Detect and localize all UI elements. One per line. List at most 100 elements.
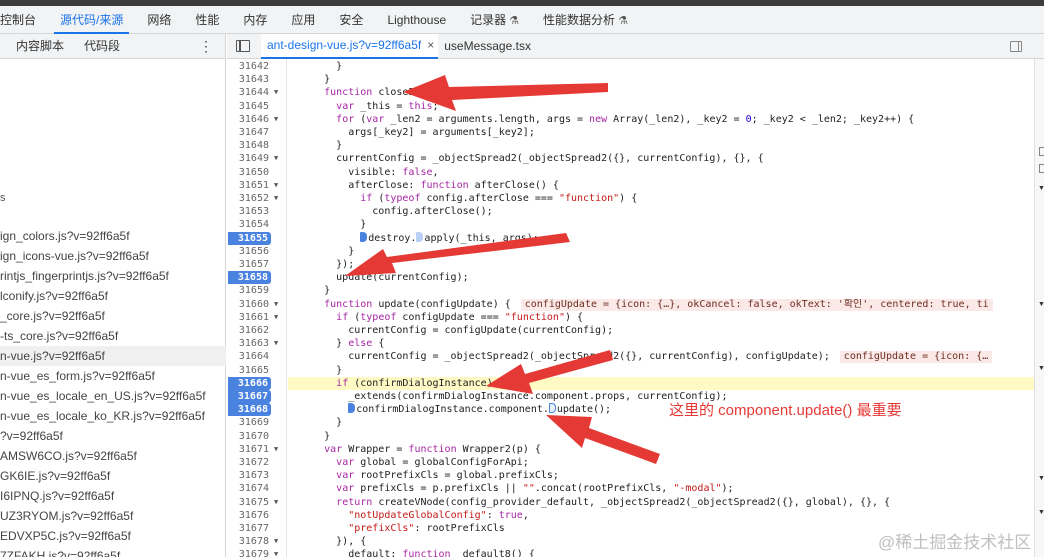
- tab-recorder[interactable]: 记录器 ⚗: [458, 6, 531, 34]
- inline-breakpoint-marker[interactable]: [548, 403, 556, 414]
- line-number[interactable]: 31679 ▼: [227, 548, 287, 557]
- line-number[interactable]: 31648: [227, 139, 287, 152]
- file-item[interactable]: lconify.js?v=92ff6a5f: [0, 286, 226, 306]
- fold-triangle-icon[interactable]: ▼: [274, 152, 278, 165]
- expand-triangle-icon[interactable]: ▼: [1038, 475, 1044, 482]
- code-line[interactable]: if (typeof config.afterClose === "functi…: [288, 192, 1034, 205]
- fold-triangle-icon[interactable]: ▼: [274, 192, 278, 205]
- file-item[interactable]: n-vue_es_locale_en_US.js?v=92ff6a5f: [0, 386, 226, 406]
- line-number[interactable]: 31672: [227, 456, 287, 469]
- editor-tab-ant-design-vue[interactable]: ant-design-vue.js?v=92ff6a5f ×: [261, 33, 439, 59]
- breakpoint-line-number[interactable]: 31667: [227, 390, 287, 404]
- tab-console[interactable]: 控制台: [0, 6, 48, 34]
- line-number[interactable]: 31647: [227, 126, 287, 139]
- fold-triangle-icon[interactable]: ▼: [274, 86, 278, 99]
- line-number[interactable]: 31661 ▼: [227, 311, 287, 324]
- line-number[interactable]: 31657: [227, 258, 287, 271]
- inline-breakpoint-marker[interactable]: [360, 231, 368, 242]
- line-number[interactable]: 31643: [227, 73, 287, 86]
- line-number[interactable]: 31651 ▼: [227, 179, 287, 192]
- file-item[interactable]: ign_colors.js?v=92ff6a5f: [0, 226, 226, 246]
- code-line[interactable]: var global = globalConfigForApi;: [288, 456, 1034, 469]
- line-number[interactable]: 31642: [227, 60, 287, 73]
- line-number[interactable]: 31675 ▼: [227, 496, 287, 509]
- code-line[interactable]: args[_key2] = arguments[_key2];: [288, 126, 1034, 139]
- fold-triangle-icon[interactable]: ▼: [274, 179, 278, 192]
- toggle-navigator-icon[interactable]: [236, 40, 250, 52]
- file-item[interactable]: n-vue_es_form.js?v=92ff6a5f: [0, 366, 226, 386]
- tab-performance-insights[interactable]: 性能数据分析 ⚗: [531, 6, 640, 34]
- line-number[interactable]: 31653: [227, 205, 287, 218]
- line-number[interactable]: 31662: [227, 324, 287, 337]
- code-line[interactable]: "notUpdateGlobalConfig": true,: [288, 509, 1034, 522]
- file-item[interactable]: n-vue_es_locale_ko_KR.js?v=92ff6a5f: [0, 406, 226, 426]
- code-line[interactable]: } else {: [288, 337, 1034, 350]
- sidebar-tab-snippets[interactable]: 代码段: [74, 34, 130, 59]
- code-line[interactable]: }: [288, 60, 1034, 73]
- sidebar-tab-content-scripts[interactable]: 内容脚本: [0, 34, 74, 59]
- code-line[interactable]: }: [288, 73, 1034, 86]
- code-line[interactable]: function update(configUpdate) {configUpd…: [288, 298, 1034, 311]
- file-item[interactable]: -ts_core.js?v=92ff6a5f: [0, 326, 226, 346]
- tab-security[interactable]: 安全: [327, 6, 375, 34]
- tab-memory[interactable]: 内存: [231, 6, 279, 34]
- editor-tab-usemessage[interactable]: useMessage.tsx: [438, 34, 535, 59]
- code-line[interactable]: }: [288, 139, 1034, 152]
- file-item[interactable]: n-vue.js?v=92ff6a5f: [0, 346, 226, 366]
- code-line[interactable]: if (typeof configUpdate === "function") …: [288, 311, 1034, 324]
- line-number[interactable]: 31674: [227, 482, 287, 495]
- fold-triangle-icon[interactable]: ▼: [274, 548, 278, 557]
- file-item[interactable]: AMSW6CO.js?v=92ff6a5f: [0, 446, 226, 466]
- inline-breakpoint-marker[interactable]: [416, 231, 424, 242]
- code-line[interactable]: });: [288, 258, 1034, 271]
- breakpoint-line-number[interactable]: 31668: [227, 403, 287, 417]
- line-number[interactable]: 31645: [227, 100, 287, 113]
- line-number-gutter[interactable]: 31642 31643 31644 ▼ 31645 31646 ▼ 31647 31648 316…: [227, 59, 287, 557]
- line-number[interactable]: 31670: [227, 430, 287, 443]
- line-number[interactable]: 31669: [227, 416, 287, 429]
- code-line[interactable]: _extends(confirmDialogInstance.component…: [288, 390, 1034, 403]
- code-line[interactable]: visible: false,: [288, 166, 1034, 179]
- file-item[interactable]: GK6IE.js?v=92ff6a5f: [0, 466, 226, 486]
- expand-triangle-icon[interactable]: ▼: [1038, 509, 1044, 516]
- file-item[interactable]: _core.js?v=92ff6a5f: [0, 306, 226, 326]
- fold-triangle-icon[interactable]: ▼: [274, 311, 278, 324]
- code-line[interactable]: }: [288, 218, 1034, 231]
- file-item[interactable]: EDVXP5C.js?v=92ff6a5f: [0, 526, 226, 546]
- line-number[interactable]: 31659: [227, 284, 287, 297]
- line-number[interactable]: 31644 ▼: [227, 86, 287, 99]
- code-line[interactable]: }: [288, 284, 1034, 297]
- line-number[interactable]: 31650: [227, 166, 287, 179]
- tab-performance[interactable]: 性能: [183, 6, 231, 34]
- code-line[interactable]: return createVNode(config_provider_defau…: [288, 496, 1034, 509]
- fold-triangle-icon[interactable]: ▼: [274, 496, 278, 509]
- breakpoint-line-number[interactable]: 31658: [227, 271, 287, 285]
- tab-lighthouse[interactable]: Lighthouse: [375, 6, 458, 34]
- line-number[interactable]: 31678 ▼: [227, 535, 287, 548]
- line-number[interactable]: 31646 ▼: [227, 113, 287, 126]
- code-line[interactable]: confirmDialogInstance.component. update()…: [288, 403, 1034, 416]
- code-line[interactable]: }: [288, 245, 1034, 258]
- fold-triangle-icon[interactable]: ▼: [274, 535, 278, 548]
- code-line[interactable]: for (var _len2 = arguments.length, args …: [288, 113, 1034, 126]
- line-number[interactable]: 31671 ▼: [227, 443, 287, 456]
- code-line[interactable]: }: [288, 364, 1034, 377]
- code-line[interactable]: var Wrapper = function Wrapper2(p) {: [288, 443, 1034, 456]
- tab-sources[interactable]: 源代码/来源: [48, 6, 135, 34]
- line-number[interactable]: 31663 ▼: [227, 337, 287, 350]
- line-number[interactable]: 31673: [227, 469, 287, 482]
- expand-triangle-icon[interactable]: ▼: [1038, 185, 1044, 192]
- tab-application[interactable]: 应用: [279, 6, 327, 34]
- fold-triangle-icon[interactable]: ▼: [274, 337, 278, 350]
- inline-breakpoint-marker[interactable]: [348, 403, 356, 414]
- fold-triangle-icon[interactable]: ▼: [274, 298, 278, 311]
- line-number[interactable]: 31676: [227, 509, 287, 522]
- file-item[interactable]: I6IPNQ.js?v=92ff6a5f: [0, 486, 226, 506]
- fold-triangle-icon[interactable]: ▼: [274, 443, 278, 456]
- line-number[interactable]: 31677: [227, 522, 287, 535]
- fold-triangle-icon[interactable]: ▼: [274, 113, 278, 126]
- file-item[interactable]: 7ZFAKH.js?v=92ff6a5f: [0, 546, 226, 557]
- expand-triangle-icon[interactable]: ▼: [1038, 301, 1044, 308]
- code-line[interactable]: }: [288, 416, 1034, 429]
- checkbox-icon[interactable]: [1039, 147, 1044, 156]
